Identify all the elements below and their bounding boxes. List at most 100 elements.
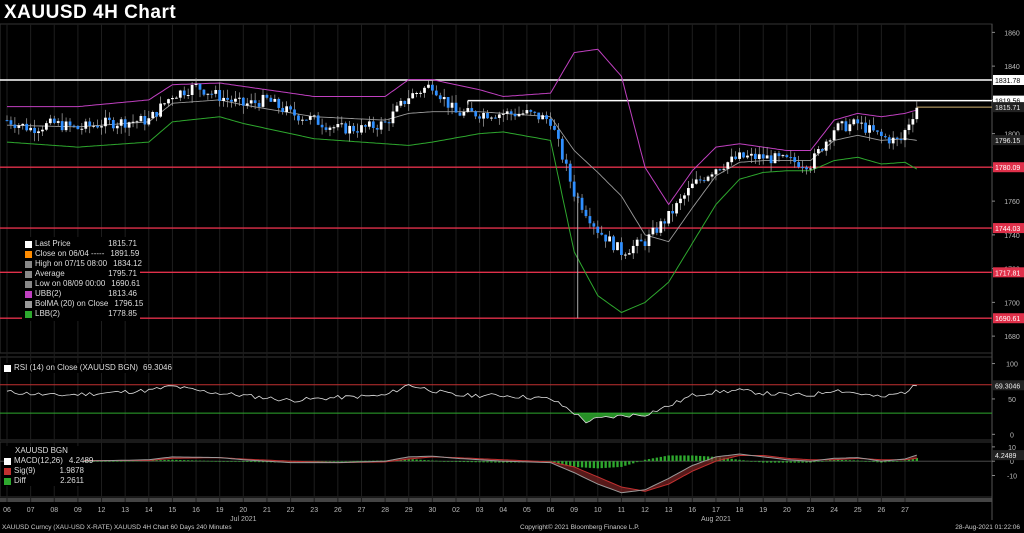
- candle-body: [237, 97, 241, 99]
- candle-body: [537, 112, 541, 120]
- macd-diff-bar: [892, 461, 895, 462]
- rsi-legend-value: 69.3046: [143, 363, 172, 372]
- macd-diff-bar: [179, 459, 182, 462]
- candle-body: [308, 116, 312, 120]
- candle-body: [364, 125, 367, 127]
- macd-diff-bar: [643, 459, 647, 462]
- macd-diff-bar: [210, 460, 213, 462]
- macd-diff-bar: [112, 461, 115, 462]
- x-tick-label: 16: [688, 507, 696, 514]
- price-tag-label: 1780.09: [995, 165, 1020, 172]
- macd-diff-bar: [777, 461, 781, 463]
- macd-diff-bar: [793, 461, 796, 463]
- x-tick-label: 06: [547, 507, 555, 514]
- macd-diff-bar: [443, 461, 446, 462]
- price-tag-label: 1690.61: [995, 316, 1020, 323]
- x-tick-label: 13: [121, 507, 129, 514]
- candle-body: [761, 154, 765, 159]
- candle-body: [68, 121, 72, 126]
- macd-diff-bar: [340, 461, 343, 462]
- price-tag-label: 1717.81: [995, 270, 1020, 277]
- x-tick-label: 19: [759, 507, 767, 514]
- legend-label: Low on 08/09 00:00: [35, 279, 106, 288]
- candle-body: [281, 107, 285, 113]
- candle-body: [675, 203, 678, 214]
- candle-body: [730, 156, 734, 163]
- candle-body: [442, 97, 446, 100]
- legend-row: Last Price 1815.71: [25, 239, 137, 249]
- macd-diff-bar: [482, 461, 485, 463]
- high-marker-icon: [25, 260, 32, 268]
- macd-diff-bar: [183, 460, 186, 462]
- macd-diff-bar: [222, 461, 225, 462]
- legend-row: Diff 2.2611: [4, 476, 84, 486]
- macd-diff-bar: [828, 460, 832, 462]
- macd-diff-bar: [773, 461, 777, 463]
- legend-row: BolMA (20) on Close 1796.15: [25, 299, 143, 309]
- candle-body: [612, 236, 615, 251]
- candle-body: [135, 121, 139, 123]
- candle-body: [375, 127, 379, 130]
- macd-diff-bar: [584, 461, 588, 468]
- macd-diff-bar: [411, 459, 414, 462]
- x-tick-label: 23: [807, 507, 815, 514]
- candle-body: [167, 99, 170, 104]
- macd-diff-bar: [616, 461, 619, 468]
- candle-body: [844, 121, 848, 132]
- macd-diff-bar: [679, 455, 682, 462]
- candle-body: [809, 168, 812, 170]
- candle-body: [891, 137, 895, 144]
- candle-body: [490, 117, 493, 119]
- macd-diff-bar: [655, 457, 659, 462]
- average-marker-icon: [25, 270, 32, 278]
- candle-body: [265, 94, 269, 98]
- legend-value: 1834.12: [113, 259, 142, 268]
- macd-diff-bar: [596, 461, 599, 469]
- macd-diff-bar: [695, 455, 698, 462]
- candle-body: [293, 109, 296, 116]
- macd-diff-bar: [671, 455, 674, 462]
- candle-body: [119, 119, 123, 126]
- x-tick-label: 03: [476, 507, 484, 514]
- macd-diff-bar: [840, 459, 844, 462]
- x-tick-label: 27: [901, 507, 909, 514]
- macd-diff-bar: [120, 461, 123, 462]
- legend-row: MACD(12,26) 4.2489: [4, 456, 93, 466]
- legend-swatch-icon: [4, 467, 11, 475]
- macd-diff-bar: [194, 460, 198, 462]
- candle-body: [596, 226, 600, 233]
- candle-body: [541, 115, 545, 120]
- candle-body: [5, 120, 9, 122]
- price-tag-label: 1744.03: [995, 226, 1020, 233]
- candle-body: [883, 136, 887, 138]
- candle-body: [41, 129, 44, 132]
- footer-left: XAUUSD Curncy (XAU-USD X-RATE) XAUUSD 4H…: [2, 524, 232, 531]
- candle-body: [13, 124, 17, 128]
- candle-body: [505, 111, 509, 114]
- macd-diff-bar: [572, 461, 576, 467]
- candle-body: [726, 162, 730, 169]
- legend-label: MACD(12,26): [14, 456, 63, 465]
- x-tick-label: 08: [50, 507, 58, 514]
- legend-row: Average 1795.71: [25, 269, 137, 279]
- macd-diff-bar: [123, 460, 127, 462]
- orange-square-icon: [25, 250, 32, 258]
- candle-body: [104, 117, 107, 127]
- candle-body: [143, 116, 147, 125]
- legend-label: Close on 06/04 -----: [35, 249, 105, 258]
- candle-body: [230, 99, 233, 102]
- macd-diff-bar: [324, 461, 328, 462]
- legend-row: Close on 06/04 ----- 1891.59: [25, 249, 139, 259]
- x-tick-label: 07: [27, 507, 35, 514]
- macd-diff-bar: [419, 459, 422, 462]
- candle-body: [387, 122, 391, 124]
- candle-body: [206, 93, 210, 95]
- candle-body: [915, 107, 919, 120]
- legend-value: 1796.15: [114, 299, 144, 308]
- magenta-square-icon: [25, 290, 32, 298]
- candle-body: [545, 115, 548, 120]
- macd-diff-bar: [659, 456, 662, 462]
- macd-diff-bar: [190, 460, 194, 462]
- candle-body: [840, 121, 844, 124]
- chart-canvas[interactable]: 1680170017201740176017801800182018401860…: [0, 0, 1024, 533]
